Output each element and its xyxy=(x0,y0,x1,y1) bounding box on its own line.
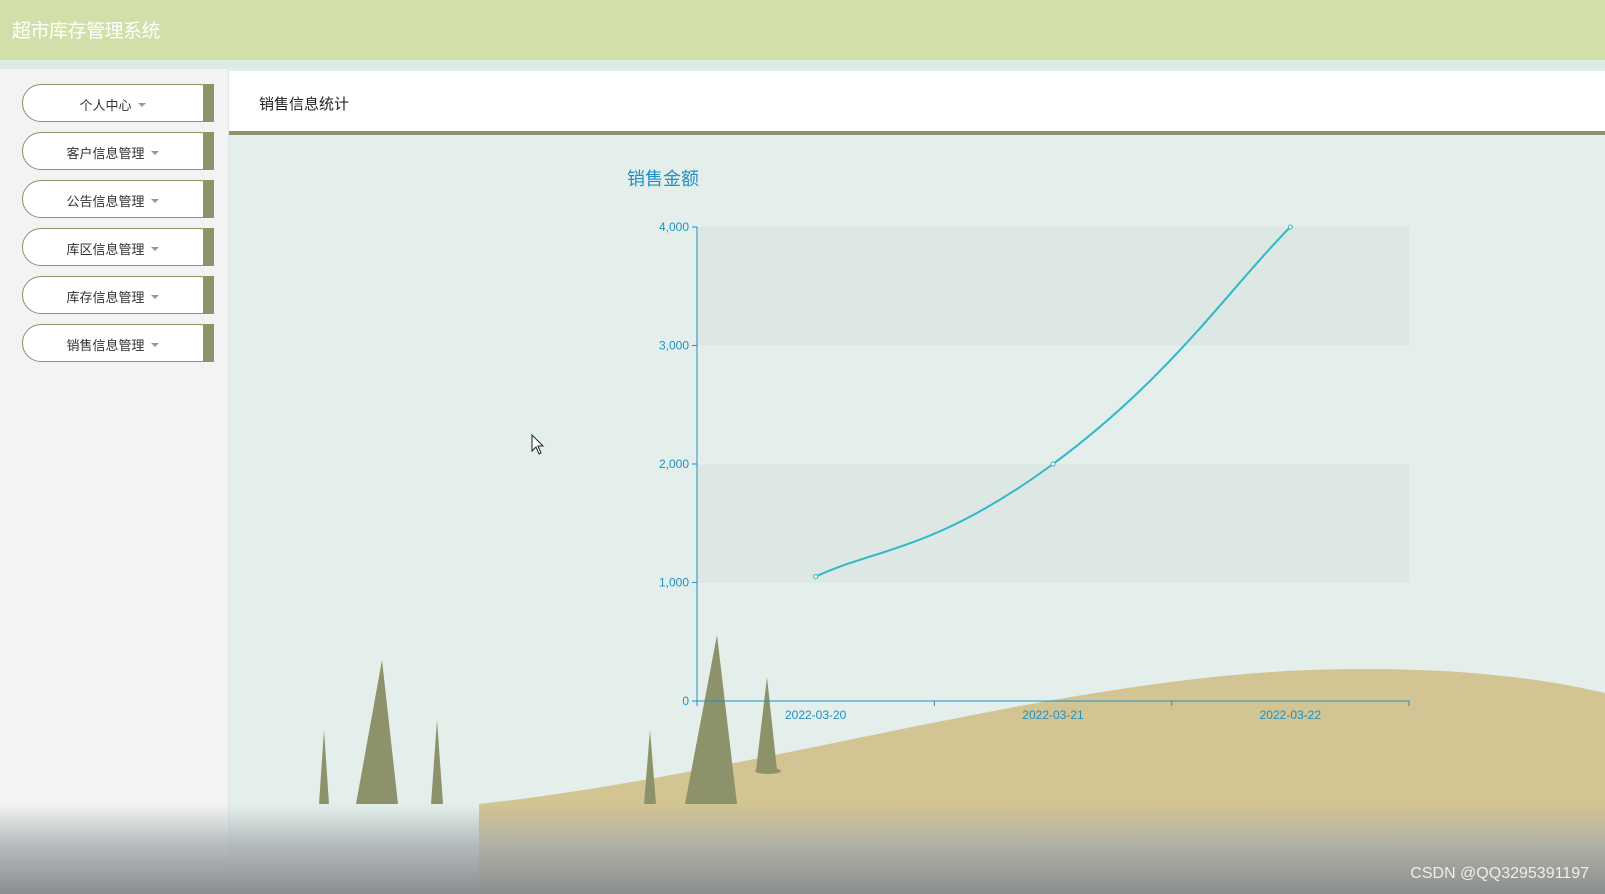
x-tick-label: 2022-03-21 xyxy=(1022,708,1084,722)
data-point xyxy=(1287,224,1293,230)
menu-accent-tab xyxy=(203,324,214,362)
x-tick-label: 2022-03-22 xyxy=(1260,708,1322,722)
sidebar-item-warehouse-area[interactable]: 库区信息管理 xyxy=(22,228,214,266)
tree-shape xyxy=(431,720,443,804)
split-area-band xyxy=(697,464,1409,583)
y-tick-label: 0 xyxy=(682,694,689,708)
app-title: 超市库存管理系统 xyxy=(12,20,161,42)
x-axis: 2022-03-20 2022-03-21 2022-03-22 xyxy=(696,700,1410,722)
tree-shape xyxy=(356,660,398,804)
content-header: 销售信息统计 xyxy=(229,71,1605,135)
sidebar-item-personal-center[interactable]: 个人中心 xyxy=(22,84,214,122)
menu-accent-tab xyxy=(203,228,214,266)
top-header-bar: 超市库存管理系统 xyxy=(0,0,1605,60)
tree-shape xyxy=(319,730,329,804)
chart-title: 销售金额 xyxy=(627,169,699,190)
split-area-band xyxy=(697,583,1409,702)
sidebar-item-customer-info[interactable]: 客户信息管理 xyxy=(22,132,214,170)
chevron-down-icon xyxy=(150,343,159,347)
y-tick-label: 2,000 xyxy=(659,457,689,471)
menu-accent-tab xyxy=(203,132,214,170)
sidebar-item-label: 库区信息管理 xyxy=(66,243,145,258)
data-point xyxy=(813,574,819,580)
chevron-down-icon xyxy=(150,295,159,299)
sidebar-item-notice-info[interactable]: 公告信息管理 xyxy=(22,180,214,218)
menu-accent-tab xyxy=(203,180,214,218)
sidebar-item-sales-info[interactable]: 销售信息管理 xyxy=(22,324,214,362)
chevron-down-icon xyxy=(150,247,159,251)
header-divider xyxy=(0,60,1605,69)
bottom-fade xyxy=(0,804,1605,894)
sidebar-item-inventory-info[interactable]: 库存信息管理 xyxy=(22,276,214,314)
watermark: CSDN @QQ3295391197 xyxy=(1410,865,1589,882)
x-tick-label: 2022-03-20 xyxy=(785,708,847,722)
sales-line-chart: 销售金额 01,0002,0003,0004,000 2022-03-20 202… xyxy=(627,169,1410,722)
page-title: 销售信息统计 xyxy=(259,95,350,113)
sidebar-item-label: 个人中心 xyxy=(79,99,132,114)
mouse-cursor-icon xyxy=(531,434,545,455)
menu-accent-tab xyxy=(203,276,214,314)
sidebar-item-label: 库存信息管理 xyxy=(66,291,145,306)
chevron-down-icon xyxy=(150,151,159,155)
y-tick-label: 4,000 xyxy=(659,220,689,234)
tree-shadow xyxy=(755,768,781,774)
sidebar-item-label: 公告信息管理 xyxy=(66,195,145,210)
split-area-band xyxy=(697,346,1409,465)
data-point xyxy=(1050,461,1056,467)
sidebar-item-label: 客户信息管理 xyxy=(66,147,145,162)
chevron-down-icon xyxy=(137,103,146,107)
y-tick-label: 1,000 xyxy=(659,576,689,590)
sidebar-item-label: 销售信息管理 xyxy=(66,339,145,354)
menu-accent-tab xyxy=(203,84,214,122)
chevron-down-icon xyxy=(150,199,159,203)
sidebar: 个人中心 客户信息管理 公告信息管理 库区信息管理 库存信息管理 销售信息管理 xyxy=(0,69,229,894)
y-axis: 0 1,000 2,000 3,000 4,000 xyxy=(659,220,698,708)
y-tick-label: 3,000 xyxy=(659,339,689,353)
split-area-band xyxy=(697,227,1409,346)
